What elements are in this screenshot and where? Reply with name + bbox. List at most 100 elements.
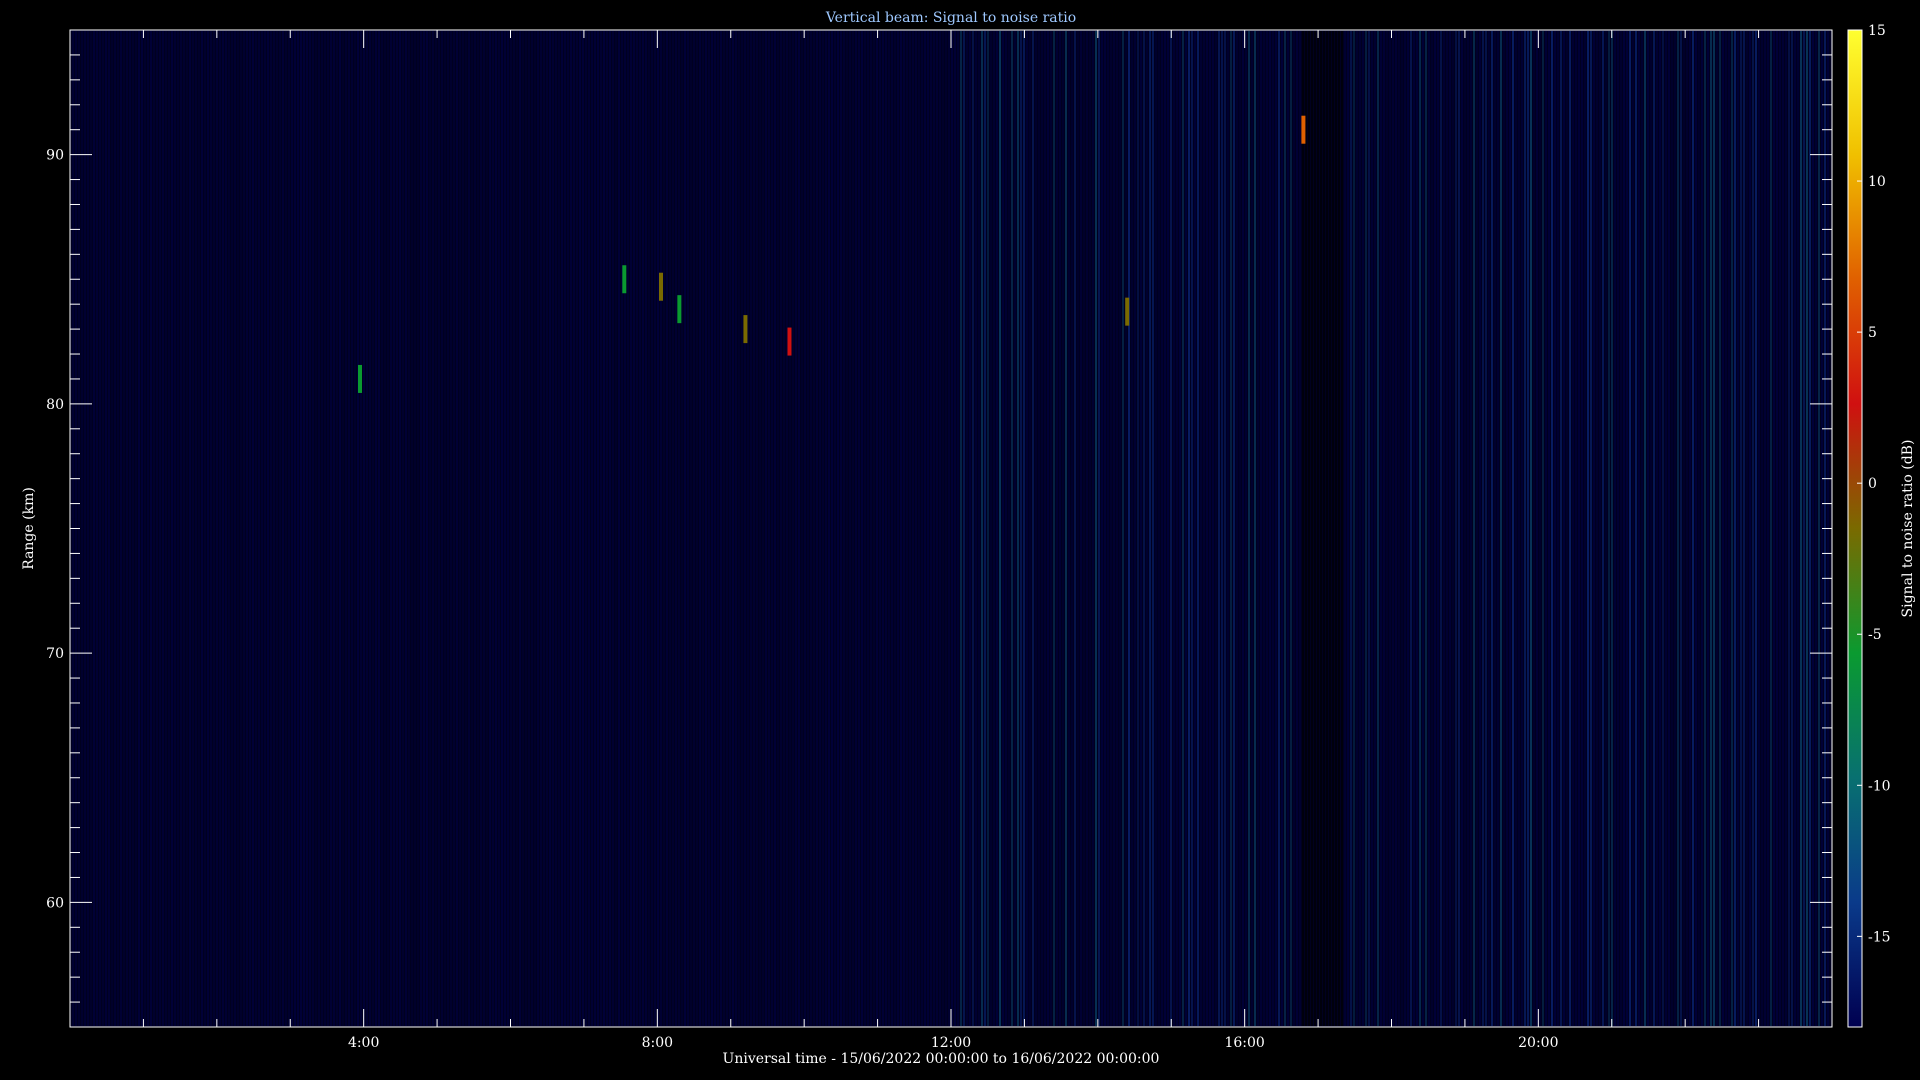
noise-stripe (450, 31, 452, 1026)
noise-stripe (1164, 31, 1166, 1026)
noise-stripe (921, 31, 923, 1026)
noise-stripe (1206, 31, 1208, 1026)
noise-stripe (537, 31, 539, 1026)
noise-stripe (225, 31, 227, 1026)
noise-stripe (1122, 31, 1124, 1026)
noise-stripe (1815, 31, 1817, 1026)
noise-stripe (1761, 31, 1763, 1026)
noise-stripe (1485, 31, 1487, 1026)
noise-stripe (1080, 31, 1082, 1026)
noise-stripe (240, 31, 242, 1026)
noise-stripe (1026, 31, 1028, 1026)
noise-stripe (165, 31, 167, 1026)
noise-stripe (603, 31, 605, 1026)
noise-stripe (969, 31, 971, 1026)
noise-stripe (327, 31, 329, 1026)
noise-stripe (750, 31, 752, 1026)
noise-stripe (1239, 31, 1241, 1026)
noise-stripe (801, 31, 803, 1026)
noise-stripe (1044, 31, 1046, 1026)
noise-stripe (1218, 31, 1220, 1026)
noise-stripe (1737, 31, 1739, 1026)
noise-stripe (1377, 31, 1379, 1026)
noise-stripe (1557, 31, 1559, 1026)
noise-stripe (1566, 31, 1568, 1026)
noise-stripe (108, 31, 110, 1026)
noise-stripe (909, 31, 911, 1026)
noise-stripe (807, 31, 809, 1026)
noise-stripe (624, 31, 626, 1026)
noise-stripe (1056, 31, 1058, 1026)
noise-stripe (591, 31, 593, 1026)
noise-stripe (276, 31, 278, 1026)
noise-stripe (318, 31, 320, 1026)
noise-stripe (105, 31, 107, 1026)
noise-stripe (132, 31, 134, 1026)
noise-stripe (1344, 31, 1346, 1026)
noise-stripe (264, 31, 266, 1026)
noise-stripe (201, 31, 203, 1026)
noise-stripe (1662, 31, 1664, 1026)
noise-stripe (1572, 31, 1574, 1026)
noise-stripe (1455, 31, 1457, 1026)
noise-stripe (501, 31, 503, 1026)
noise-stripe (1638, 31, 1640, 1026)
noise-stripe (1008, 31, 1010, 1026)
noise-stripe (789, 31, 791, 1026)
noise-stripe (1758, 31, 1760, 1026)
noise-stripe (1302, 31, 1304, 1026)
noise-stripe (375, 31, 377, 1026)
noise-stripe (1653, 31, 1655, 1026)
noise-stripe (1137, 31, 1139, 1026)
noise-stripe (1431, 31, 1433, 1026)
noise-stripe (1518, 31, 1520, 1026)
noise-stripe (957, 31, 959, 1026)
noise-stripe (444, 31, 446, 1026)
noise-stripe (1818, 31, 1820, 1026)
noise-stripe (1131, 31, 1133, 1026)
noise-stripe (1659, 31, 1661, 1026)
y-axis-label: Range (km) (21, 487, 37, 570)
noise-stripe (1656, 31, 1658, 1026)
noise-stripe (93, 31, 95, 1026)
noise-stripe (189, 31, 191, 1026)
noise-stripe (1227, 31, 1229, 1026)
noise-stripe (1779, 31, 1781, 1026)
noise-stripe (726, 31, 728, 1026)
noise-stripe (1155, 31, 1157, 1026)
noise-stripe (861, 31, 863, 1026)
noise-stripe (1794, 31, 1796, 1026)
noise-stripe (1527, 31, 1529, 1026)
noise-stripe (123, 31, 125, 1026)
noise-stripe (1746, 31, 1748, 1026)
noise-stripe (1449, 31, 1451, 1026)
noise-stripe (570, 31, 572, 1026)
noise-stripe (1575, 31, 1577, 1026)
noise-stripe (705, 31, 707, 1026)
noise-stripe (1686, 31, 1688, 1026)
noise-stripe (492, 31, 494, 1026)
noise-stripe (399, 31, 401, 1026)
noise-stripe (1530, 31, 1532, 1026)
noise-stripe (1800, 31, 1802, 1026)
noise-stripe (1128, 31, 1130, 1026)
noise-stripe (1296, 31, 1298, 1026)
x-tick-label: 8:00 (642, 1035, 673, 1051)
y-tick-label: 90 (46, 148, 64, 164)
noise-stripe (159, 31, 161, 1026)
noise-stripe (1272, 31, 1274, 1026)
noise-stripe (768, 31, 770, 1026)
noise-stripe (402, 31, 404, 1026)
noise-stripe (1581, 31, 1583, 1026)
noise-stripe (1560, 31, 1562, 1026)
noise-stripe (285, 31, 287, 1026)
noise-stripe (1167, 31, 1169, 1026)
noise-stripe (1011, 31, 1013, 1026)
noise-stripe (1542, 31, 1544, 1026)
noise-stripe (810, 31, 812, 1026)
noise-stripe (1632, 31, 1634, 1026)
noise-stripe (1233, 31, 1235, 1026)
noise-stripe (1329, 31, 1331, 1026)
noise-stripe (1248, 31, 1250, 1026)
noise-stripe (1554, 31, 1556, 1026)
